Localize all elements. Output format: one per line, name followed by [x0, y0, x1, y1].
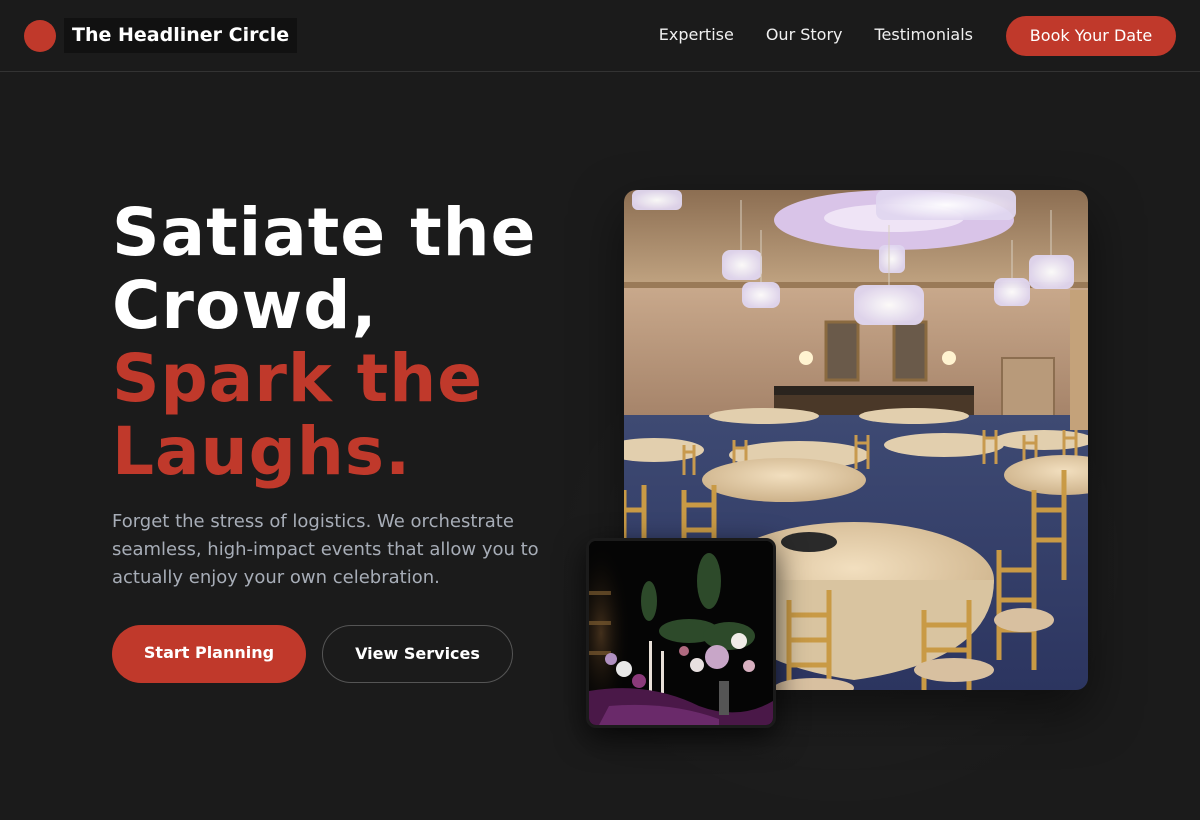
main-nav: Expertise Our Story Testimonials: [659, 24, 973, 46]
site-header: The Headliner Circle Expertise Our Story…: [0, 0, 1200, 72]
book-your-date-button[interactable]: Book Your Date: [1006, 16, 1176, 56]
hero-title-line-2: Crowd,: [112, 267, 378, 344]
hero-title-accent-line-1: Spark the: [112, 340, 484, 417]
hero-title-accent-line-2: Laughs.: [112, 413, 412, 490]
centerpiece-photo: [586, 538, 776, 728]
hero-title: Satiate the Crowd, Spark the Laughs.: [112, 196, 592, 488]
hero-title-line-1: Satiate the: [112, 194, 537, 271]
start-planning-button[interactable]: Start Planning: [112, 625, 306, 683]
nav-link-testimonials[interactable]: Testimonials: [875, 24, 974, 46]
nav-link-expertise[interactable]: Expertise: [659, 24, 734, 46]
logo-icon[interactable]: [24, 20, 56, 52]
nav-link-our-story[interactable]: Our Story: [766, 24, 843, 46]
brand-name[interactable]: The Headliner Circle: [64, 18, 298, 53]
view-services-button[interactable]: View Services: [322, 625, 513, 683]
hero-subtitle: Forget the stress of logistics. We orche…: [112, 511, 539, 588]
